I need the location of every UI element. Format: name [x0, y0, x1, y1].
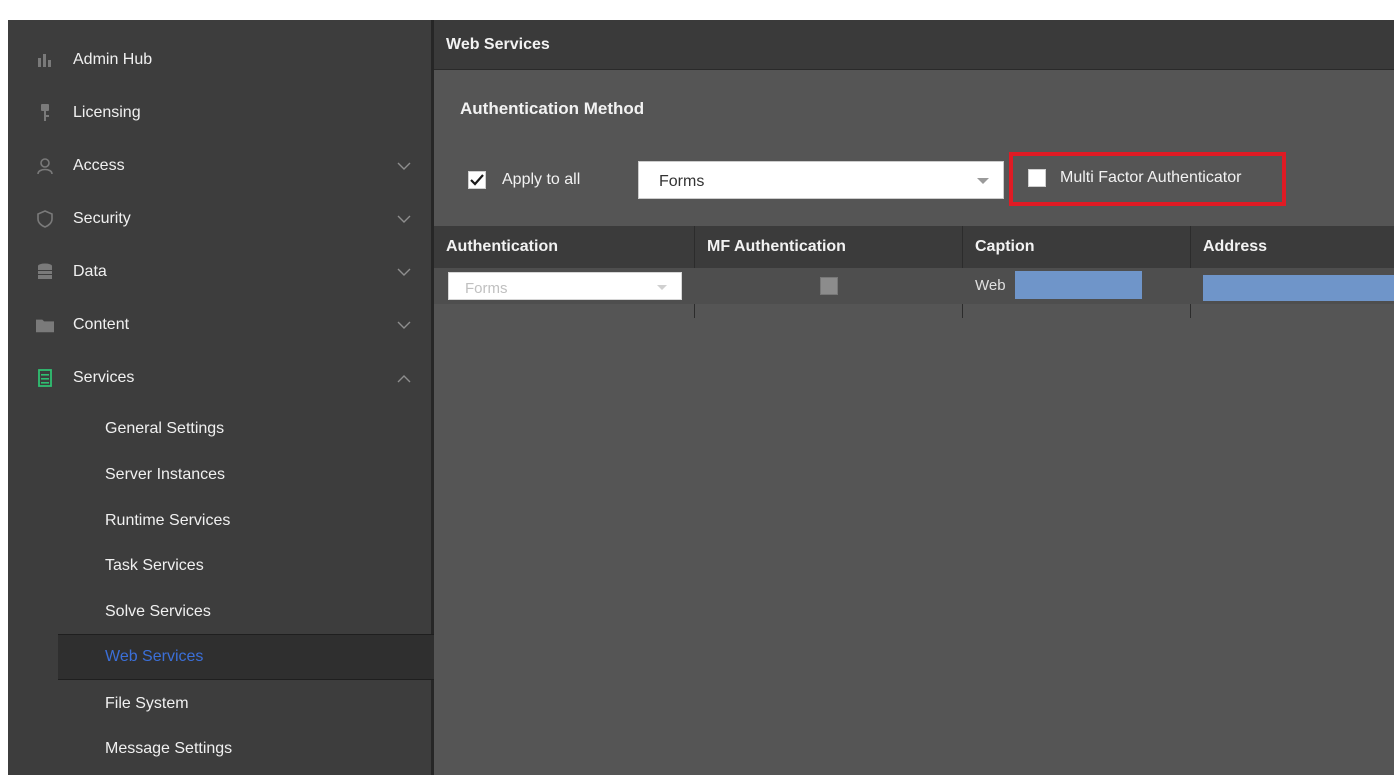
sidebar-subitem-label: Message Settings: [105, 740, 233, 757]
user-icon: [36, 157, 54, 175]
sidebar-item-label: Admin Hub: [73, 51, 153, 68]
sidebar-item-security[interactable]: Security: [8, 193, 434, 245]
authentication-method-select[interactable]: Forms: [638, 161, 1004, 199]
sidebar-item-services[interactable]: Services: [8, 352, 434, 404]
multi-factor-checkbox[interactable]: [1028, 169, 1046, 187]
sidebar-subitem-label: Runtime Services: [105, 512, 231, 529]
sidebar-subitem-general-settings[interactable]: General Settings: [58, 406, 434, 452]
table-row[interactable]: Forms Web: [434, 268, 1394, 304]
sidebar-subitem-file-system[interactable]: File System: [58, 681, 434, 727]
checkmark-icon: [470, 174, 484, 186]
redacted-address-block: [1203, 275, 1394, 301]
redacted-caption-block: [1015, 271, 1142, 299]
sidebar-subitem-label: Solve Services: [105, 603, 211, 620]
column-header-caption[interactable]: Caption: [975, 238, 1035, 256]
sidebar-subitem-message-settings[interactable]: Message Settings: [58, 726, 434, 772]
sidebar-nav: Admin Hub Licensing Access Security Data…: [8, 20, 434, 775]
sidebar-subitem-runtime-services[interactable]: Runtime Services: [58, 498, 434, 544]
sidebar-subitem-label: Web Services: [105, 648, 204, 665]
chevron-down-icon[interactable]: [396, 264, 412, 280]
column-header-authentication[interactable]: Authentication: [446, 238, 558, 256]
row-authentication-select[interactable]: Forms: [448, 272, 682, 300]
sidebar-item-label: Licensing: [73, 104, 141, 121]
admin-hub-icon: [36, 51, 54, 69]
sidebar-subitem-server-instances[interactable]: Server Instances: [58, 452, 434, 498]
sidebar-item-label: Content: [73, 316, 130, 333]
sidebar-item-label: Services: [73, 369, 135, 386]
key-icon: [36, 104, 54, 122]
sidebar-item-licensing[interactable]: Licensing: [8, 87, 434, 139]
sidebar-item-label: Security: [73, 210, 131, 227]
row-caption: Web: [975, 277, 1006, 294]
sidebar-item-content[interactable]: Content: [8, 299, 434, 351]
apply-to-all-label[interactable]: Apply to all: [502, 171, 580, 189]
sidebar-subitem-label: Server Instances: [105, 466, 226, 483]
sidebar-subitem-label: Task Services: [105, 557, 204, 574]
row-mf-authentication-checkbox[interactable]: [820, 277, 838, 295]
sidebar-item-data[interactable]: Data: [8, 246, 434, 298]
column-header-address[interactable]: Address: [1203, 238, 1267, 256]
apply-to-all-checkbox[interactable]: [468, 171, 486, 189]
select-value: Forms: [659, 173, 705, 190]
database-icon: [36, 263, 54, 281]
sidebar-item-label: Data: [73, 263, 107, 280]
sidebar-subitem-task-services[interactable]: Task Services: [58, 543, 434, 589]
services-icon: [36, 369, 54, 387]
grid-header: Authentication MF Authentication Caption…: [434, 226, 1394, 268]
shield-icon: [36, 210, 54, 228]
chevron-down-icon[interactable]: [396, 211, 412, 227]
sidebar-subitem-solve-services[interactable]: Solve Services: [58, 589, 434, 635]
sidebar-subitem-web-services[interactable]: Web Services: [58, 634, 434, 680]
sidebar-item-access[interactable]: Access: [8, 140, 434, 192]
main-panel: Web Services Authentication Method Apply…: [434, 20, 1394, 775]
folder-icon: [36, 316, 54, 334]
panel-header: Web Services: [434, 20, 1394, 70]
chevron-down-icon[interactable]: [396, 158, 412, 174]
column-header-mf-authentication[interactable]: MF Authentication: [707, 238, 846, 256]
chevron-down-icon[interactable]: [396, 317, 412, 333]
select-value: Forms: [465, 280, 508, 297]
sidebar-subitem-label: File System: [105, 695, 189, 712]
sidebar-item-label: Access: [73, 157, 125, 174]
admin-app-window: Admin Hub Licensing Access Security Data…: [8, 20, 1394, 775]
page-title: Web Services: [446, 36, 550, 53]
sidebar-item-admin-hub[interactable]: Admin Hub: [8, 34, 434, 86]
section-title: Authentication Method: [460, 99, 645, 118]
chevron-up-icon[interactable]: [396, 370, 412, 386]
mfa-highlight-box: Multi Factor Authenticator: [1009, 152, 1286, 206]
multi-factor-label[interactable]: Multi Factor Authenticator: [1060, 169, 1241, 187]
dropdown-arrow-icon: [657, 285, 667, 290]
sidebar-subitem-label: General Settings: [105, 420, 225, 437]
dropdown-arrow-icon: [977, 178, 989, 184]
